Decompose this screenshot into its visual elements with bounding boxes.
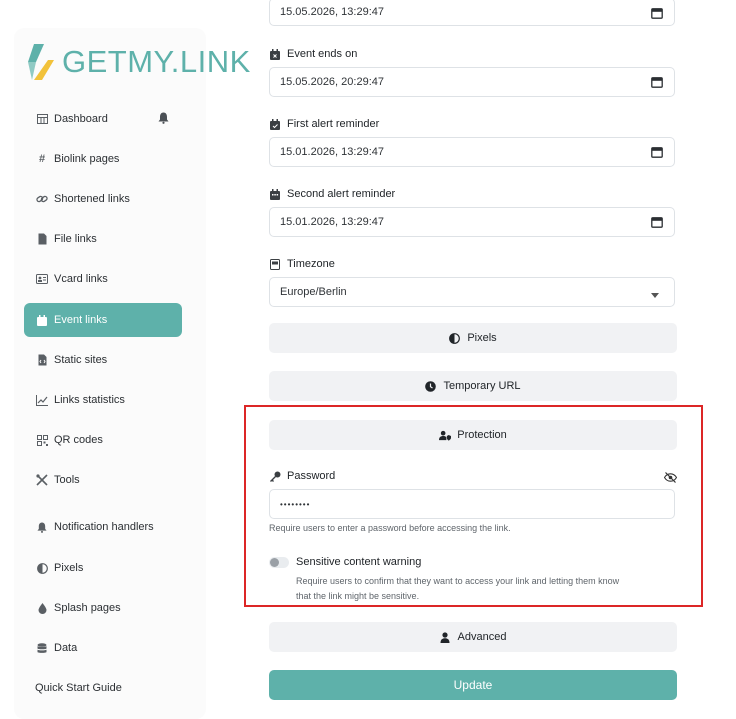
first-alert-label-row: First alert reminder	[269, 118, 379, 130]
timezone-label-row: Timezone	[269, 258, 335, 270]
brand-logo[interactable]: GETMY.LINK	[24, 40, 251, 84]
calendar-icon	[36, 314, 48, 326]
protection-label: Protection	[457, 429, 507, 441]
sidebar-item-label: Links statistics	[54, 394, 125, 406]
calendar-picker-icon[interactable]	[651, 216, 663, 228]
sidebar-item-label: Vcard links	[54, 273, 108, 285]
timezone-select[interactable]: Europe/Berlin	[269, 277, 675, 307]
first-alert-input[interactable]: 15.01.2026, 13:29:47	[269, 137, 675, 167]
table-icon	[36, 113, 48, 125]
hash-icon: #	[38, 153, 46, 165]
sidebar-item-label: Event links	[54, 314, 108, 326]
first-alert-label: First alert reminder	[287, 118, 380, 130]
calendar-check-icon	[270, 118, 281, 130]
logo-mark-icon	[28, 44, 54, 80]
calendar-picker-icon[interactable]	[651, 76, 663, 88]
sidebar-item-pixels[interactable]: Pixels	[24, 551, 182, 585]
sidebar-item-label: Tools	[54, 474, 80, 486]
timezone-label: Timezone	[287, 258, 335, 270]
database-icon	[36, 642, 48, 654]
sidebar-item-qr-codes[interactable]: QR codes	[24, 423, 182, 457]
event-start-value: 15.05.2026, 13:29:47	[280, 6, 384, 18]
droplet-icon	[36, 602, 48, 614]
sidebar-item-shortened-links[interactable]: Shortened links	[24, 182, 182, 216]
file-icon	[36, 233, 48, 245]
second-alert-input[interactable]: 15.01.2026, 13:29:47	[269, 207, 675, 237]
user-shield-icon	[439, 429, 452, 441]
sidebar-item-label: Biolink pages	[54, 153, 120, 165]
advanced-label: Advanced	[457, 631, 507, 643]
id-card-icon	[36, 273, 48, 285]
password-help-text: Require users to enter a password before…	[269, 523, 511, 533]
sidebar-item-label: Shortened links	[54, 193, 130, 205]
protection-toggle-button[interactable]: Protection	[269, 420, 677, 450]
sensitive-content-label: Sensitive content warning	[296, 556, 422, 568]
event-start-input[interactable]: 15.05.2026, 13:29:47	[269, 0, 675, 26]
eye-slash-icon[interactable]	[663, 470, 678, 483]
calendar-picker-icon[interactable]	[651, 7, 663, 19]
book-icon	[270, 258, 281, 270]
temporary-url-toggle-button[interactable]: Temporary URL	[269, 371, 677, 401]
sensitive-help-line-1: Require users to confirm that they want …	[296, 576, 620, 586]
password-label: Password	[287, 470, 336, 482]
pixels-label: Pixels	[467, 332, 497, 344]
sensitive-content-toggle[interactable]	[269, 557, 289, 568]
second-alert-value: 15.01.2026, 13:29:47	[280, 216, 384, 228]
calendar-x-icon	[270, 48, 281, 60]
pixels-toggle-button[interactable]: Pixels	[269, 323, 677, 353]
file-code-icon	[36, 354, 48, 366]
chart-icon	[36, 394, 48, 406]
sidebar-item-label: Pixels	[54, 562, 84, 574]
sidebar-item-tools[interactable]: Tools	[24, 463, 182, 497]
notification-bell-icon[interactable]	[158, 112, 170, 124]
quick-start-guide-link[interactable]: Quick Start Guide	[35, 682, 122, 694]
sidebar-item-label: Notification handlers	[54, 521, 154, 533]
sidebar-item-file-links[interactable]: File links	[24, 222, 182, 256]
password-input[interactable]: ••••••••	[269, 489, 675, 519]
sidebar-item-label: QR codes	[54, 434, 103, 446]
qr-icon	[36, 434, 48, 446]
sidebar-item-label: Data	[54, 642, 78, 654]
event-ends-value: 15.05.2026, 20:29:47	[280, 76, 384, 88]
sidebar-item-biolink-pages[interactable]: # Biolink pages	[24, 142, 182, 176]
sidebar-item-vcard-links[interactable]: Vcard links	[24, 262, 182, 296]
sidebar-item-label: File links	[54, 233, 97, 245]
sidebar-item-data[interactable]: Data	[24, 631, 182, 665]
advanced-toggle-button[interactable]: Advanced	[269, 622, 677, 652]
event-ends-label-row: Event ends on	[269, 48, 357, 60]
sidebar-item-static-sites[interactable]: Static sites	[24, 343, 182, 377]
second-alert-label: Second alert reminder	[287, 188, 396, 200]
sidebar-item-links-statistics[interactable]: Links statistics	[24, 383, 182, 417]
sidebar-item-label: Splash pages	[54, 602, 121, 614]
password-value: ••••••••	[280, 499, 311, 509]
bell-icon	[36, 521, 48, 533]
adjust-icon	[36, 562, 48, 574]
key-icon	[270, 471, 281, 482]
logo-text: GETMY.LINK	[62, 44, 251, 79]
calendar-picker-icon[interactable]	[651, 146, 663, 158]
event-ends-label: Event ends on	[287, 48, 358, 60]
sidebar-item-event-links[interactable]: Event links	[24, 303, 182, 337]
first-alert-value: 15.01.2026, 13:29:47	[280, 146, 384, 158]
adjust-icon	[449, 332, 461, 344]
sidebar-item-label: Dashboard	[54, 113, 108, 125]
user-icon	[440, 631, 452, 643]
sidebar-item-dashboard[interactable]: Dashboard	[24, 102, 182, 136]
event-ends-input[interactable]: 15.05.2026, 20:29:47	[269, 67, 675, 97]
clock-icon	[425, 380, 437, 392]
sidebar-item-label: Static sites	[54, 354, 108, 366]
timezone-value: Europe/Berlin	[280, 286, 347, 298]
sidebar-item-notification-handlers[interactable]: Notification handlers	[24, 510, 182, 544]
sensitive-help-line-2: that the link might be sensitive.	[296, 591, 420, 601]
password-label-row: Password	[269, 470, 335, 482]
tools-icon	[36, 474, 48, 486]
calendar-days-icon	[270, 188, 281, 200]
second-alert-label-row: Second alert reminder	[269, 188, 395, 200]
sidebar-item-splash-pages[interactable]: Splash pages	[24, 591, 182, 625]
link-icon	[36, 193, 48, 205]
caret-down-icon	[651, 289, 663, 301]
temporary-url-label: Temporary URL	[443, 380, 521, 392]
update-button[interactable]: Update	[269, 670, 677, 700]
